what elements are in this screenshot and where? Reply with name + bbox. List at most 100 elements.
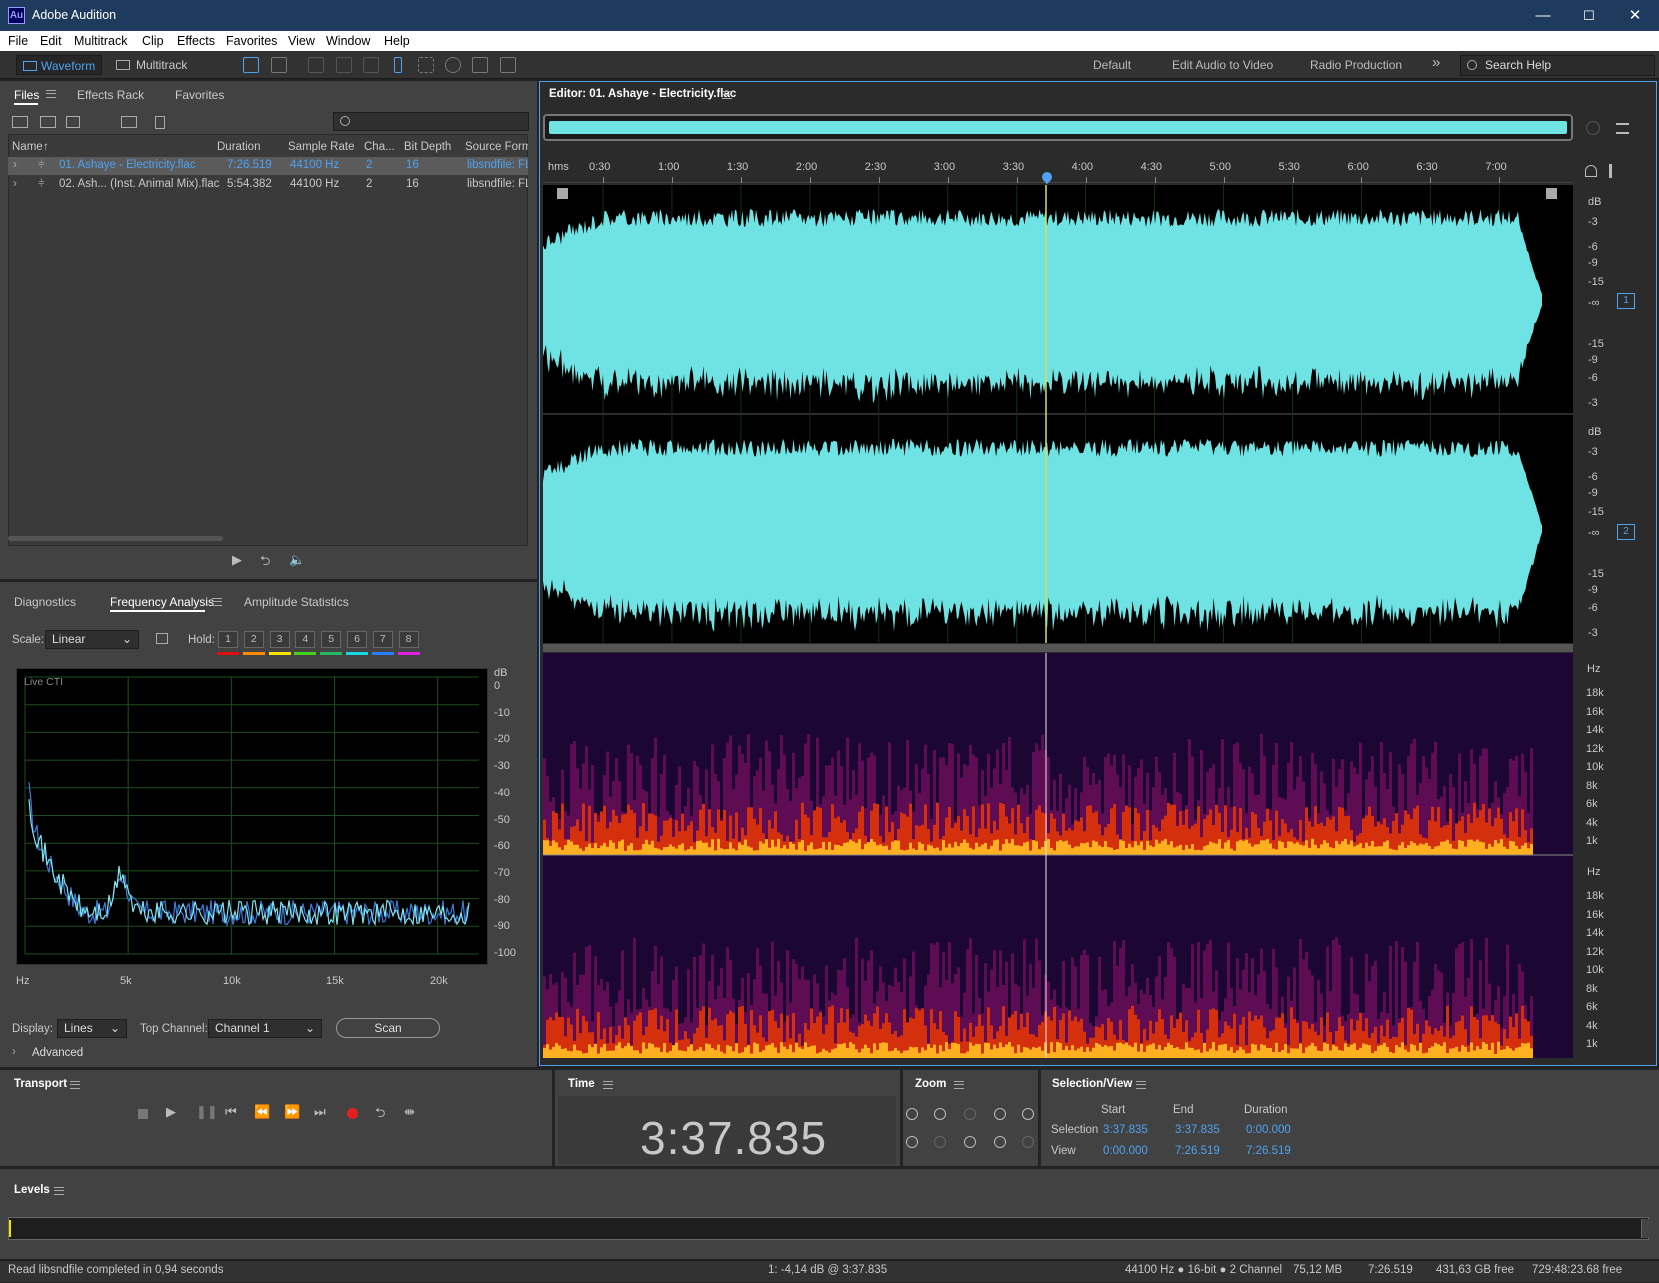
scan-button[interactable]: Scan: [336, 1018, 440, 1038]
view-duration[interactable]: 7:26.519: [1246, 1145, 1291, 1157]
spot-healing-tool-icon[interactable]: [500, 57, 516, 73]
panel-menu-icon[interactable]: [46, 90, 56, 98]
panel-menu-icon[interactable]: [212, 598, 222, 606]
workspace-default[interactable]: Default: [1093, 58, 1131, 72]
column-source-format[interactable]: Source Forma: [465, 141, 528, 153]
pin-icon[interactable]: [1609, 164, 1612, 178]
panel-menu-icon[interactable]: [722, 91, 732, 99]
waveform-view-button[interactable]: Waveform: [16, 55, 102, 75]
column-sample-rate[interactable]: Sample Rate: [288, 141, 354, 153]
expand-chevron-icon[interactable]: ›: [13, 159, 17, 171]
next-icon[interactable]: ⏭: [314, 1104, 326, 1120]
view-start[interactable]: 0:00.000: [1103, 1145, 1148, 1157]
channel-2-badge[interactable]: 2: [1617, 524, 1635, 540]
waveform-area[interactable]: [543, 185, 1573, 643]
panel-menu-icon[interactable]: [70, 1081, 80, 1089]
tab-amplitude-statistics[interactable]: Amplitude Statistics: [244, 595, 349, 609]
column-bit-depth[interactable]: Bit Depth: [404, 141, 451, 153]
brush-tool-icon[interactable]: [472, 57, 488, 73]
column-duration[interactable]: Duration: [217, 141, 260, 153]
menu-file[interactable]: File: [8, 34, 28, 48]
workspace-edit-audio-to-video[interactable]: Edit Audio to Video: [1172, 58, 1273, 72]
time-display[interactable]: 3:37.835: [640, 1111, 827, 1165]
multitrack-view-button[interactable]: Multitrack: [112, 55, 202, 75]
advanced-chevron-icon[interactable]: ›: [12, 1046, 16, 1058]
overview-bar[interactable]: [543, 114, 1573, 141]
column-channels[interactable]: Cha...: [364, 141, 395, 153]
menu-clip[interactable]: Clip: [142, 34, 164, 48]
tab-diagnostics[interactable]: Diagnostics: [14, 595, 76, 609]
monitor-icon[interactable]: [1585, 165, 1597, 177]
delete-icon[interactable]: [155, 116, 165, 129]
view-end[interactable]: 7:26.519: [1175, 1145, 1220, 1157]
zoom-out-point-icon[interactable]: [994, 1136, 1006, 1148]
play-preview-icon[interactable]: ▶: [232, 552, 242, 568]
hold-button-3[interactable]: 3: [269, 631, 290, 648]
top-channel-select[interactable]: Channel 1 ⌄: [208, 1019, 322, 1038]
hold-button-5[interactable]: 5: [321, 631, 342, 648]
menu-help[interactable]: Help: [384, 34, 410, 48]
zoom-in-time-icon[interactable]: [934, 1108, 946, 1120]
time-selection-tool-icon[interactable]: [394, 57, 402, 73]
rewind-icon[interactable]: ⏪: [254, 1104, 270, 1120]
column-name[interactable]: Name: [12, 141, 43, 153]
slip-tool-icon[interactable]: [363, 57, 379, 73]
horizontal-scrollbar[interactable]: [8, 536, 223, 541]
file-row[interactable]: › ⫩ 01. Ashaye - Electricity.flac 7:26.5…: [8, 157, 528, 175]
hold-button-6[interactable]: 6: [347, 631, 367, 648]
panel-menu-icon[interactable]: [54, 1187, 64, 1195]
zoom-fit-icon[interactable]: [1022, 1136, 1034, 1148]
menu-view[interactable]: View: [288, 34, 315, 48]
insert-into-multitrack-icon[interactable]: [121, 116, 137, 128]
zoom-out-corner-icon[interactable]: [1546, 188, 1557, 199]
fast-forward-icon[interactable]: ⏩: [284, 1104, 300, 1120]
hold-button-1[interactable]: 1: [218, 631, 238, 648]
minimize-button[interactable]: —: [1520, 0, 1566, 31]
files-filter-input[interactable]: [333, 112, 529, 131]
tab-frequency-analysis[interactable]: Frequency Analysis: [110, 595, 214, 609]
stop-icon[interactable]: [138, 1109, 148, 1119]
zoom-out-time-icon[interactable]: [934, 1136, 946, 1148]
waveform-display-icon[interactable]: [243, 57, 259, 73]
zoom-in-corner-icon[interactable]: [557, 188, 568, 199]
menu-favorites[interactable]: Favorites: [226, 34, 277, 48]
display-select[interactable]: Lines ⌄: [57, 1019, 127, 1038]
waveform-spectral-divider[interactable]: [543, 644, 1573, 652]
spectral-area[interactable]: [543, 653, 1573, 1058]
selection-start[interactable]: 3:37.835: [1103, 1124, 1148, 1136]
tab-favorites[interactable]: Favorites: [175, 88, 224, 102]
close-button[interactable]: ✕: [1612, 0, 1658, 31]
menu-window[interactable]: Window: [326, 34, 370, 48]
file-row[interactable]: › ⫩ 02. Ash... (Inst. Animal Mix).flac 5…: [8, 176, 528, 194]
workspace-radio-production[interactable]: Radio Production: [1310, 58, 1402, 72]
panel-menu-icon[interactable]: [954, 1081, 964, 1089]
hold-button-4[interactable]: 4: [295, 631, 316, 648]
zoom-in-amplitude-icon[interactable]: [906, 1108, 918, 1120]
new-file-icon[interactable]: [66, 116, 80, 128]
selection-duration[interactable]: 0:00.000: [1246, 1124, 1291, 1136]
marquee-tool-icon[interactable]: [418, 57, 434, 73]
loop-preview-icon[interactable]: ⮌: [260, 552, 270, 574]
zoom-navigator-icon[interactable]: [1586, 121, 1600, 135]
zoom-in-point-icon[interactable]: [994, 1108, 1006, 1120]
hold-button-7[interactable]: 7: [372, 631, 393, 648]
editor-options-icon[interactable]: [1616, 123, 1629, 134]
zoom-out-full-icon[interactable]: [964, 1136, 976, 1148]
lasso-tool-icon[interactable]: [445, 57, 461, 73]
play-icon[interactable]: ▶: [166, 1104, 176, 1120]
pause-icon[interactable]: ❚❚: [196, 1104, 218, 1120]
import-file-icon[interactable]: [40, 116, 56, 128]
maximize-button[interactable]: ☐: [1566, 0, 1612, 31]
razor-tool-icon[interactable]: [336, 57, 352, 73]
open-file-icon[interactable]: [12, 116, 28, 128]
panel-menu-icon[interactable]: [603, 1081, 613, 1089]
search-help-input[interactable]: Search Help: [1460, 55, 1655, 76]
zoom-selection-icon[interactable]: [964, 1108, 976, 1120]
channel-1-badge[interactable]: 1: [1617, 293, 1635, 309]
tab-effects-rack[interactable]: Effects Rack: [77, 88, 144, 102]
menu-effects[interactable]: Effects: [177, 34, 215, 48]
skip-selection-icon[interactable]: ⇼: [404, 1104, 415, 1120]
previous-icon[interactable]: ⏮: [225, 1104, 237, 1120]
copy-graph-icon[interactable]: [156, 633, 168, 644]
expand-chevron-icon[interactable]: ›: [13, 178, 17, 190]
